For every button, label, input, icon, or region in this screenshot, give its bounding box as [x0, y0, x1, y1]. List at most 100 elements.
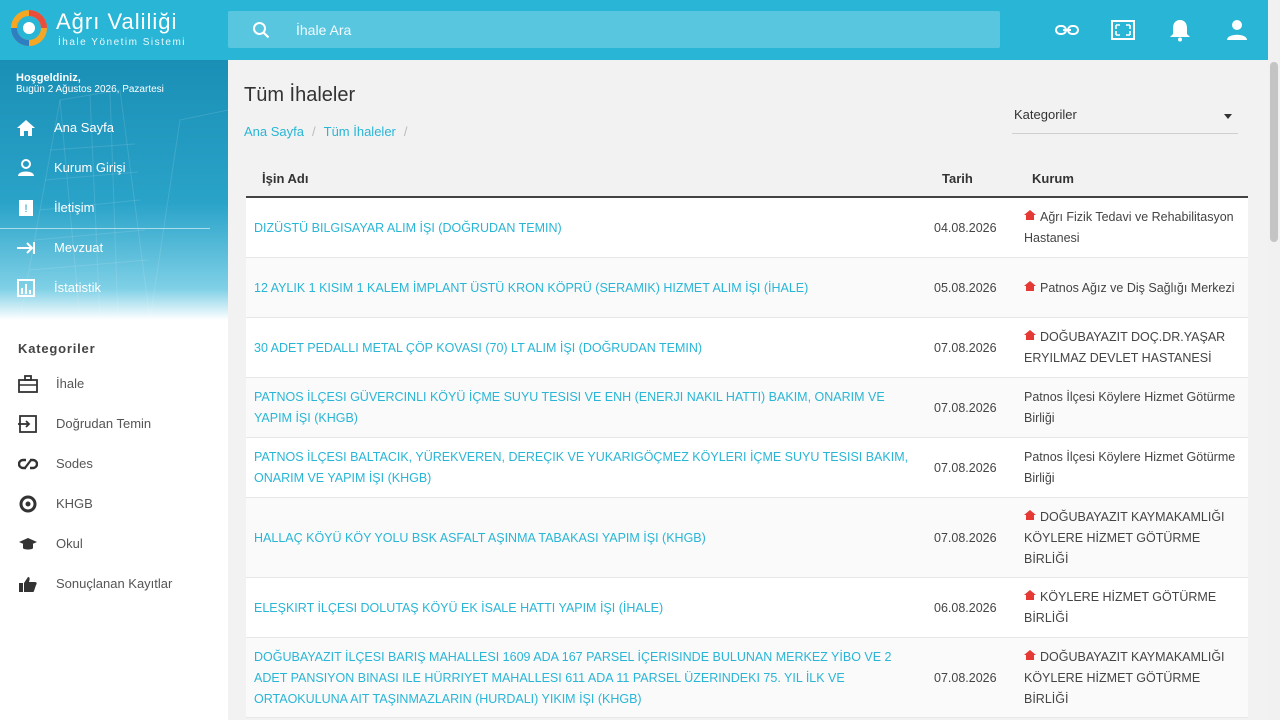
- institution-name: DOĞUBAYAZIT KAYMAKAMLIĞI KÖYLERE HİZMET …: [1024, 650, 1225, 706]
- direct-supply-icon: [18, 415, 37, 433]
- scrollbar-thumb[interactable]: [1270, 62, 1278, 242]
- welcome-text: Hoşgeldiniz, Bugün 2 Ağustos 2026, Pazar…: [16, 72, 164, 96]
- logo-mark-icon: [11, 10, 47, 46]
- category-label: Sonuçlanan Kayıtlar: [56, 576, 173, 591]
- tender-name-link[interactable]: Doğubayazıt İlçesi Barış Mahallesi 1609 …: [254, 647, 914, 710]
- contact-icon: !: [19, 200, 33, 216]
- category-item-khgb[interactable]: KHGB: [0, 488, 228, 520]
- tender-date: 04.08.2026: [934, 221, 997, 235]
- arrow-right-icon: [17, 242, 35, 254]
- category-label: Okul: [56, 536, 83, 551]
- tender-name-link[interactable]: Hallaç Köyü Köy Yolu BSK Asfalt Aşınma T…: [254, 528, 914, 549]
- category-label: İhale: [56, 376, 85, 391]
- briefcase-icon: [18, 375, 38, 393]
- institution-icon: [1024, 330, 1036, 340]
- tender-date: 07.08.2026: [934, 671, 997, 685]
- institution-name: KÖYLERE HİZMET GÖTÜRME BİRLİĞİ: [1024, 590, 1217, 625]
- breadcrumb-separator: /: [312, 124, 316, 139]
- chart-icon: [17, 279, 35, 297]
- tenders-table: İşin Adı Tarih Kurum Dizüstü Bilgisayar …: [246, 158, 1248, 718]
- table-row[interactable]: Hallaç Köyü Köy Yolu BSK Asfalt Aşınma T…: [246, 498, 1248, 578]
- link-icon: [18, 458, 38, 470]
- category-item-school[interactable]: Okul: [0, 528, 228, 560]
- user-icon[interactable]: [1224, 18, 1250, 42]
- table-row[interactable]: Patnos İlçesi Güvercinli Köyü İçme Suyu …: [246, 378, 1248, 438]
- category-select[interactable]: Kategoriler: [1012, 100, 1238, 134]
- bell-icon[interactable]: [1167, 18, 1193, 42]
- nav-label: İletişim: [54, 200, 95, 215]
- breadcrumb: Ana Sayfa / Tüm İhaleler /: [244, 124, 416, 139]
- nav-item-statistics[interactable]: İstatistik: [0, 270, 210, 306]
- page-title: Tüm İhaleler: [244, 84, 356, 106]
- table-row[interactable]: Dizüstü Bilgisayar Alım İşi (Doğrudan Te…: [246, 198, 1248, 258]
- tender-date: 07.08.2026: [934, 531, 997, 545]
- breadcrumb-current[interactable]: Tüm İhaleler: [324, 124, 396, 139]
- tender-name-link[interactable]: Dizüstü Bilgisayar Alım İşi (Doğrudan Te…: [254, 218, 914, 239]
- breadcrumb-separator: /: [403, 124, 408, 139]
- table-row[interactable]: Eleşkirt İlçesi Dolutaş Köyü Ek İsale Ha…: [246, 578, 1248, 638]
- tender-institution: Patnos İlçesi Köylere Hizmet Götürme Bir…: [1024, 447, 1238, 489]
- institution-icon: [1024, 510, 1036, 520]
- category-label: Sodes: [56, 456, 93, 471]
- nav-item-home[interactable]: Ana Sayfa: [0, 110, 210, 146]
- tender-institution: KÖYLERE HİZMET GÖTÜRME BİRLİĞİ: [1024, 587, 1238, 629]
- table-body: Dizüstü Bilgisayar Alım İşi (Doğrudan Te…: [246, 198, 1248, 718]
- institution-name: Patnos İlçesi Köylere Hizmet Götürme Bir…: [1024, 390, 1236, 425]
- table-row[interactable]: Doğubayazıt İlçesi Barış Mahallesi 1609 …: [246, 638, 1248, 718]
- category-item-direct-supply[interactable]: Doğrudan Temin: [0, 408, 228, 440]
- tender-date: 06.08.2026: [934, 601, 997, 615]
- category-select-value: Kategoriler: [1014, 107, 1077, 122]
- app-logo[interactable]: Ağrı Valiliği İhale Yönetim Sistemi: [10, 7, 230, 53]
- tender-name-link[interactable]: 12 Aylık 1 Kısım 1 Kalem İmplant Üstü Kr…: [254, 278, 914, 299]
- current-date: Bugün 2 Ağustos 2026, Pazartesi: [16, 84, 164, 95]
- category-item-sodes[interactable]: Sodes: [0, 448, 228, 480]
- nav-divider: [0, 228, 210, 229]
- nav-item-legislation[interactable]: Mevzuat: [0, 230, 210, 266]
- institution-name: Ağrı Fizik Tedavi ve Rehabilitasyon Hast…: [1024, 210, 1234, 245]
- tender-name-link[interactable]: Patnos İlçesi Güvercinli Köyü İçme Suyu …: [254, 387, 914, 429]
- svg-text:!: !: [24, 203, 27, 215]
- page-scrollbar[interactable]: [1268, 0, 1280, 720]
- table-row[interactable]: 12 Aylık 1 Kısım 1 Kalem İmplant Üstü Kr…: [246, 258, 1248, 318]
- tender-name-link[interactable]: Patnos İlçesi Baltacık, Yürekveren, Dere…: [254, 447, 914, 489]
- main-content: Tüm İhaleler Ana Sayfa / Tüm İhaleler / Kat…: [228, 60, 1268, 720]
- category-label: KHGB: [56, 496, 93, 511]
- caret-down-icon: [1224, 114, 1232, 119]
- school-icon: [19, 538, 37, 550]
- tender-date: 05.08.2026: [934, 281, 997, 295]
- tender-institution: Ağrı Fizik Tedavi ve Rehabilitasyon Hast…: [1024, 207, 1238, 249]
- breadcrumb-home[interactable]: Ana Sayfa: [244, 124, 304, 139]
- category-item-tender[interactable]: İhale: [0, 368, 228, 400]
- nav-label: İstatistik: [54, 280, 101, 295]
- table-row[interactable]: 30 Adet Pedallı Metal Çöp Kovası (70) Lt…: [246, 318, 1248, 378]
- tender-date: 07.08.2026: [934, 341, 997, 355]
- tender-name-link[interactable]: Eleşkirt İlçesi Dolutaş Köyü Ek İsale Ha…: [254, 598, 914, 619]
- search-icon[interactable]: [252, 21, 270, 39]
- column-header-institution[interactable]: Kurum: [1032, 171, 1074, 186]
- app-subtitle: İhale Yönetim Sistemi: [58, 37, 187, 48]
- institution-icon: [1024, 281, 1036, 291]
- column-header-name[interactable]: İşin Adı: [262, 171, 308, 186]
- tender-institution: Patnos İlçesi Köylere Hizmet Götürme Bir…: [1024, 387, 1238, 429]
- nav-label: Kurum Girişi: [54, 160, 126, 175]
- table-row[interactable]: Patnos İlçesi Baltacık, Yürekveren, Dere…: [246, 438, 1248, 498]
- nav-item-contact[interactable]: ! İletişim: [0, 190, 210, 226]
- category-label: Doğrudan Temin: [56, 416, 152, 431]
- column-header-date[interactable]: Tarih: [942, 171, 973, 186]
- tender-institution: DOĞUBAYAZIT KAYMAKAMLIĞI KÖYLERE HİZMET …: [1024, 647, 1238, 710]
- sidebar-hero: Hoşgeldiniz, Bugün 2 Ağustos 2026, Pazar…: [0, 60, 228, 320]
- institution-name: Patnos Ağız ve Diş Sağlığı Merkezi: [1040, 281, 1235, 295]
- fullscreen-icon[interactable]: [1110, 18, 1136, 42]
- search-input[interactable]: [296, 11, 976, 48]
- link-icon[interactable]: [1054, 18, 1080, 42]
- institution-name: DOĞUBAYAZIT KAYMAKAMLIĞI KÖYLERE HİZMET …: [1024, 510, 1225, 566]
- tender-name-link[interactable]: 30 Adet Pedallı Metal Çöp Kovası (70) Lt…: [254, 338, 914, 359]
- app-title: Ağrı Valiliği: [56, 9, 178, 34]
- category-item-concluded[interactable]: Sonuçlanan Kayıtlar: [0, 568, 228, 600]
- institution-name: Patnos İlçesi Köylere Hizmet Götürme Bir…: [1024, 450, 1236, 485]
- institution-icon: [1024, 210, 1036, 220]
- person-icon: [18, 159, 34, 176]
- thumbs-up-icon: [19, 577, 37, 592]
- categories-title: Kategoriler: [18, 341, 96, 356]
- nav-item-institution-login[interactable]: Kurum Girişi: [0, 150, 210, 186]
